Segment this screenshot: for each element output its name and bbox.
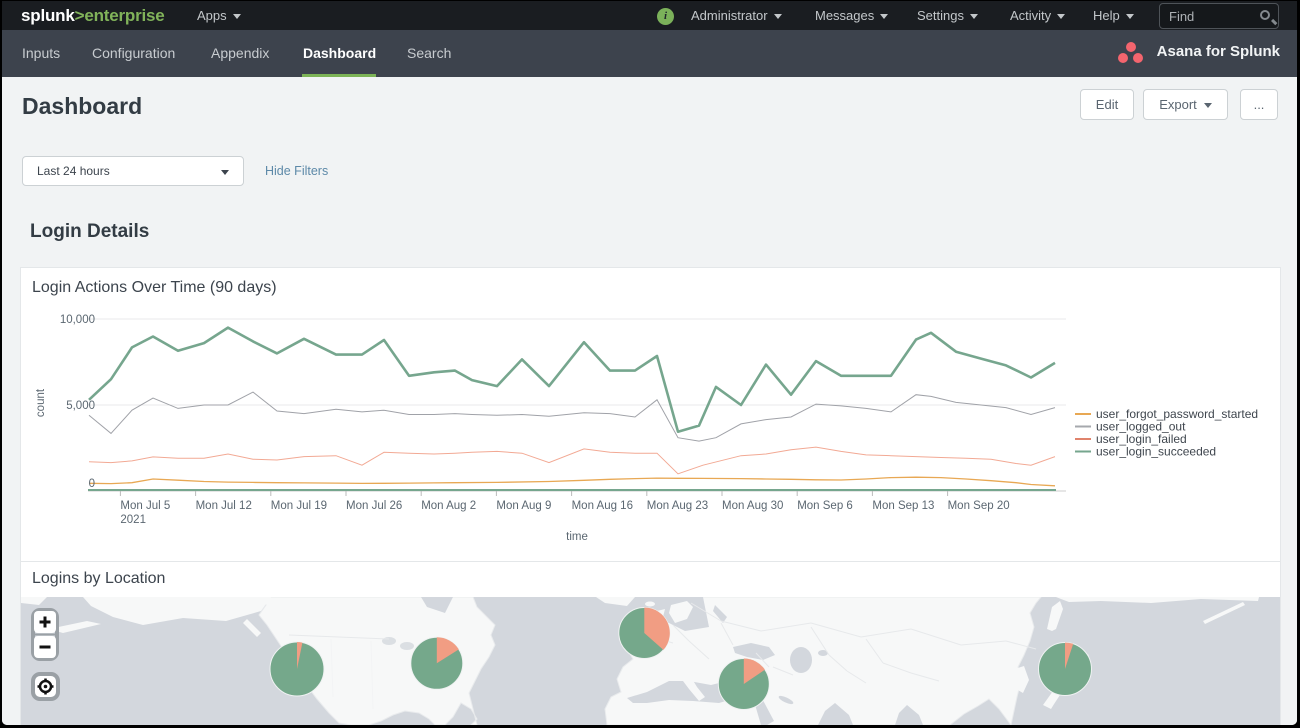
svg-text:Mon Aug 23: Mon Aug 23 — [647, 500, 708, 512]
svg-text:Mon Aug 30: Mon Aug 30 — [722, 500, 783, 512]
svg-text:Mon Aug 9: Mon Aug 9 — [496, 500, 551, 512]
svg-text:Mon Jul 26: Mon Jul 26 — [346, 500, 402, 512]
svg-text:Mon Sep 6: Mon Sep 6 — [797, 500, 853, 512]
svg-text:Mon Sep 13: Mon Sep 13 — [872, 500, 934, 512]
svg-text:time: time — [566, 531, 588, 543]
svg-text:Mon Sep 20: Mon Sep 20 — [948, 500, 1010, 512]
svg-text:5,000: 5,000 — [66, 400, 95, 412]
svg-text:Mon Aug 2: Mon Aug 2 — [421, 500, 476, 512]
svg-text:10,000: 10,000 — [60, 314, 95, 326]
svg-text:Mon Jul 12: Mon Jul 12 — [196, 500, 252, 512]
svg-text:Mon Jul 19: Mon Jul 19 — [271, 500, 327, 512]
svg-text:Mon Jul 5: Mon Jul 5 — [120, 500, 170, 512]
svg-text:0: 0 — [89, 478, 95, 490]
svg-text:Mon Aug 16: Mon Aug 16 — [572, 500, 633, 512]
svg-text:2021: 2021 — [120, 514, 146, 526]
svg-text:count: count — [35, 388, 47, 417]
svg-text:user_login_succeeded: user_login_succeeded — [1096, 445, 1216, 459]
